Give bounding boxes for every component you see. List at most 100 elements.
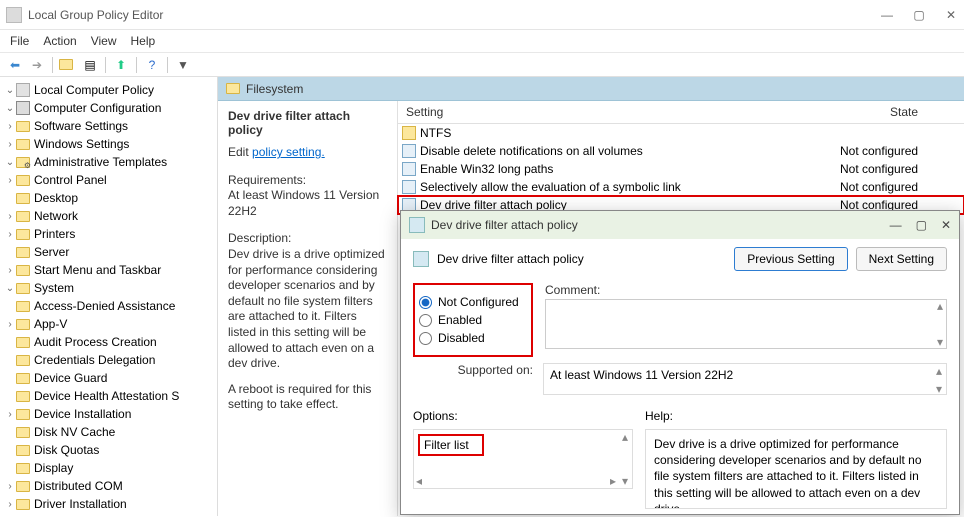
tree-software-settings[interactable]: ›Software Settings: [0, 118, 217, 134]
tree-item-label: Driver Installation: [34, 497, 127, 511]
tree-item-label: App-V: [34, 317, 67, 331]
menu-help[interactable]: Help: [131, 34, 156, 48]
tree-item[interactable]: ›Start Menu and Taskbar: [0, 262, 217, 278]
dialog-subheader: Dev drive filter attach policy Previous …: [401, 239, 959, 279]
tree-item[interactable]: Desktop: [0, 190, 217, 206]
dialog-close-button[interactable]: ✕: [941, 218, 951, 232]
tree-admin-templates[interactable]: ⌄Administrative Templates: [0, 154, 217, 170]
comment-textarea[interactable]: [545, 299, 947, 349]
radio-enabled[interactable]: Enabled: [419, 313, 527, 327]
setting-icon: [402, 144, 416, 158]
toolbar-folder-icon[interactable]: [59, 56, 77, 74]
nav-forward-button[interactable]: ➔: [28, 56, 46, 74]
state-label: Not configured: [840, 162, 960, 176]
scroll-up-icon[interactable]: ▴: [936, 364, 942, 378]
toolbar-help-icon[interactable]: ?: [143, 56, 161, 74]
settings-row[interactable]: Selectively allow the evaluation of a sy…: [398, 178, 964, 196]
tree-item[interactable]: ›Printers: [0, 226, 217, 242]
dialog-maximize-button[interactable]: ▢: [916, 218, 927, 232]
tree-item[interactable]: ›App-V: [0, 316, 217, 332]
tree-item[interactable]: Access-Denied Assistance: [0, 298, 217, 314]
menu-action[interactable]: Action: [43, 34, 76, 48]
comment-column: Comment: ▴ ▾: [545, 283, 947, 357]
dialog-titlebar: Dev drive filter attach policy — ▢ ✕: [401, 211, 959, 239]
window-controls: — ▢ ✕: [880, 8, 958, 22]
maximize-button[interactable]: ▢: [912, 8, 926, 22]
tree-item[interactable]: ›Distributed COM: [0, 478, 217, 494]
settings-row[interactable]: Disable delete notifications on all volu…: [398, 142, 964, 160]
tree-item[interactable]: ›Control Panel: [0, 172, 217, 188]
edit-policy-link[interactable]: policy setting.: [252, 145, 325, 159]
tree-item[interactable]: Device Guard: [0, 370, 217, 386]
settings-row[interactable]: Enable Win32 long pathsNot configured: [398, 160, 964, 178]
reboot-note: A reboot is required for this setting to…: [228, 382, 387, 413]
scroll-up-icon[interactable]: ▴: [937, 299, 943, 313]
tree-root[interactable]: ⌄Local Computer Policy: [0, 82, 217, 98]
edit-label: Edit: [228, 145, 249, 159]
col-state[interactable]: State: [844, 101, 964, 123]
menu-file[interactable]: File: [10, 34, 29, 48]
tree-root-label: Local Computer Policy: [34, 83, 154, 97]
tree-item[interactable]: Credentials Delegation: [0, 352, 217, 368]
toolbar-export-icon[interactable]: ⬆: [112, 56, 130, 74]
tree-item-label: Early Launch Antimalware: [34, 515, 173, 516]
tree-item-label: Audit Process Creation: [34, 335, 157, 349]
comment-label: Comment:: [545, 283, 947, 297]
help-column: Help: Dev drive is a drive optimized for…: [645, 409, 947, 509]
toolbar: ⬅ ➔ ▤ ⬆ ? ▼: [0, 53, 964, 77]
radio-disabled[interactable]: Disabled: [419, 331, 527, 345]
toolbar-filter-icon[interactable]: ▼: [174, 56, 192, 74]
menu-view[interactable]: View: [91, 34, 117, 48]
help-text-box: Dev drive is a drive optimized for perfo…: [645, 429, 947, 509]
tree-item-label: Administrative Templates: [34, 155, 167, 169]
radio-input[interactable]: [419, 314, 432, 327]
tree-item[interactable]: Early Launch Antimalware: [0, 514, 217, 516]
dialog-minimize-button[interactable]: —: [890, 218, 902, 232]
tree-item[interactable]: Server: [0, 244, 217, 260]
tree-item[interactable]: ›Device Installation: [0, 406, 217, 422]
scroll-left-icon[interactable]: ◂: [416, 474, 422, 488]
close-button[interactable]: ✕: [944, 8, 958, 22]
setting-label: NTFS: [420, 126, 840, 140]
scroll-down-icon[interactable]: ▾: [936, 382, 942, 396]
settings-row[interactable]: NTFS: [398, 124, 964, 142]
help-text-1: Dev drive is a drive optimized for perfo…: [654, 437, 922, 509]
toolbar-separator: [52, 57, 53, 73]
radio-not-configured[interactable]: Not Configured: [419, 295, 527, 309]
tree-item[interactable]: ›Driver Installation: [0, 496, 217, 512]
scroll-right-icon[interactable]: ▸: [610, 474, 616, 488]
tree-computer-config[interactable]: ⌄Computer Configuration: [0, 100, 217, 116]
state-label: Not configured: [840, 180, 960, 194]
setting-label: Disable delete notifications on all volu…: [420, 144, 840, 158]
tree-system[interactable]: ⌄System: [0, 280, 217, 296]
tree-item-label: Server: [34, 245, 69, 259]
tree-item[interactable]: Device Health Attestation S: [0, 388, 217, 404]
scroll-down-icon[interactable]: ▾: [937, 335, 943, 349]
tree-item[interactable]: Audit Process Creation: [0, 334, 217, 350]
nav-back-button[interactable]: ⬅: [6, 56, 24, 74]
dialog-icon: [409, 217, 425, 233]
toolbar-separator: [105, 57, 106, 73]
setting-icon: [402, 180, 416, 194]
tree-windows-settings[interactable]: ›Windows Settings: [0, 136, 217, 152]
app-icon: [6, 7, 22, 23]
scroll-down-icon[interactable]: ▾: [622, 474, 628, 488]
tree-item-label: System: [34, 281, 74, 295]
tree-item[interactable]: ›Network: [0, 208, 217, 224]
tree-item-label: Desktop: [34, 191, 78, 205]
dialog-title: Dev drive filter attach policy: [431, 218, 890, 232]
toolbar-list-icon[interactable]: ▤: [81, 56, 99, 74]
radio-label: Enabled: [438, 313, 482, 327]
tree-item[interactable]: Disk Quotas: [0, 442, 217, 458]
radio-input[interactable]: [419, 296, 432, 309]
previous-setting-button[interactable]: Previous Setting: [734, 247, 847, 271]
minimize-button[interactable]: —: [880, 8, 894, 22]
col-setting[interactable]: Setting: [398, 101, 844, 123]
scroll-up-icon[interactable]: ▴: [622, 430, 628, 444]
tree-item[interactable]: Display: [0, 460, 217, 476]
radio-input[interactable]: [419, 332, 432, 345]
tree-item[interactable]: Disk NV Cache: [0, 424, 217, 440]
setting-label: Selectively allow the evaluation of a sy…: [420, 180, 840, 194]
options-column: Options: Filter list ▴▾ ◂▸: [413, 409, 633, 509]
next-setting-button[interactable]: Next Setting: [856, 247, 947, 271]
